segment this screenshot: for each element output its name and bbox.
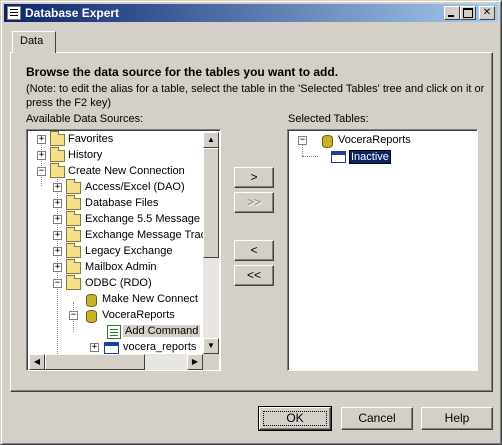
- tree-item-label: Legacy Exchange: [85, 245, 173, 257]
- tree-item-label: Create New Connection: [68, 165, 185, 177]
- new-connection-icon: [86, 294, 97, 307]
- tree-item-exchange-message-tracking[interactable]: + Exchange Message Trac: [27, 227, 207, 244]
- tree-item-label: Mailbox Admin: [85, 261, 157, 273]
- cancel-button[interactable]: Cancel: [341, 407, 413, 430]
- scroll-up-icon[interactable]: ▲: [203, 132, 219, 148]
- available-sources-tree[interactable]: + Favorites + History − Create New Conne…: [26, 129, 221, 371]
- tree-item-label: VoceraReports: [338, 134, 411, 146]
- tree-item-database-files[interactable]: + Database Files: [27, 195, 203, 212]
- tree-item-label: Database Files: [85, 197, 159, 209]
- folder-icon: [66, 211, 81, 226]
- folder-icon: [66, 227, 81, 242]
- folder-open-icon: [50, 163, 65, 178]
- tree-item-make-new-connection[interactable]: Make New Connect: [27, 292, 203, 308]
- title-bar[interactable]: Database Expert ✕: [4, 4, 498, 22]
- table-icon: [104, 342, 119, 354]
- expand-icon[interactable]: +: [53, 183, 62, 192]
- tree-item-history[interactable]: + History: [27, 147, 203, 164]
- expand-icon[interactable]: +: [37, 151, 46, 160]
- expand-icon[interactable]: +: [37, 135, 46, 144]
- expand-icon[interactable]: +: [90, 343, 99, 352]
- instructions-heading: Browse the data source for the tables yo…: [26, 65, 339, 79]
- tree-item-legacy-exchange[interactable]: + Legacy Exchange: [27, 243, 203, 260]
- selected-tables-tree[interactable]: − VoceraReports Inactive: [287, 129, 478, 371]
- window-icon: [7, 6, 21, 20]
- expand-icon[interactable]: +: [53, 215, 62, 224]
- tab-data-label: Data: [20, 35, 44, 47]
- remove-table-button[interactable]: <: [234, 240, 274, 261]
- tree-item-add-command[interactable]: Add Command: [27, 324, 203, 340]
- add-table-button[interactable]: >: [234, 167, 274, 188]
- tree-item-label: History: [68, 149, 103, 161]
- vertical-scrollbar[interactable]: ▲ ▼: [203, 132, 219, 354]
- horizontal-scrollbar[interactable]: ◀ ▶: [29, 354, 203, 370]
- folder-icon: [66, 179, 81, 194]
- tree-item-label: Favorites: [68, 133, 114, 145]
- alias-edit-field[interactable]: Inactive: [349, 150, 391, 164]
- tree-item-label: Exchange 5.5 Message: [85, 213, 200, 225]
- close-button[interactable]: ✕: [479, 6, 495, 20]
- tree-item-odbc-rdo[interactable]: − ODBC (RDO): [27, 275, 203, 292]
- collapse-icon[interactable]: −: [53, 279, 62, 288]
- selected-item-inactive[interactable]: Inactive: [288, 149, 473, 165]
- selected-tables-label: Selected Tables:: [288, 113, 369, 125]
- add-all-button[interactable]: >>: [234, 192, 274, 213]
- tree-item-mailbox-admin[interactable]: + Mailbox Admin: [27, 259, 203, 276]
- tree-item-favorites[interactable]: + Favorites: [27, 131, 203, 148]
- command-icon: [107, 325, 121, 339]
- tree-item-label: vocera_reports: [123, 341, 197, 353]
- tree-item-label: VoceraReports: [102, 309, 175, 321]
- help-button[interactable]: Help: [421, 407, 493, 430]
- ok-button[interactable]: OK: [258, 406, 332, 431]
- table-icon: [331, 151, 346, 163]
- folder-icon: [50, 147, 65, 162]
- database-icon: [86, 310, 97, 323]
- database-icon: [322, 135, 333, 148]
- tree-item-label: ODBC (RDO): [85, 277, 152, 289]
- collapse-icon[interactable]: −: [69, 311, 78, 320]
- available-sources-label: Available Data Sources:: [26, 113, 144, 125]
- tree-item-label: Access/Excel (DAO): [85, 181, 185, 193]
- expand-icon[interactable]: +: [53, 231, 62, 240]
- collapse-icon[interactable]: −: [37, 167, 46, 176]
- folder-icon: [50, 131, 65, 146]
- scroll-thumb[interactable]: [203, 148, 219, 258]
- maximize-button[interactable]: [460, 6, 476, 20]
- tree-item-label: Exchange Message Trac: [85, 229, 207, 241]
- tree-item-access-excel[interactable]: + Access/Excel (DAO): [27, 179, 203, 196]
- folder-icon: [66, 195, 81, 210]
- scroll-left-icon[interactable]: ◀: [29, 354, 45, 370]
- window-title: Database Expert: [25, 6, 120, 20]
- instructions-note: (Note: to edit the alias for a table, se…: [26, 83, 485, 109]
- collapse-icon[interactable]: −: [298, 136, 307, 145]
- database-expert-window: Database Expert ✕ Data Browse the data s…: [0, 0, 502, 445]
- scroll-down-icon[interactable]: ▼: [203, 338, 219, 354]
- minimize-button[interactable]: [444, 6, 460, 20]
- scroll-corner: [203, 354, 219, 370]
- remove-all-button[interactable]: <<: [234, 265, 274, 286]
- tree-item-create-new-connection[interactable]: − Create New Connection: [27, 163, 203, 180]
- tree-item-label: Make New Connect: [102, 293, 198, 305]
- tree-item-label: Add Command: [123, 325, 201, 337]
- tab-data[interactable]: Data: [12, 31, 56, 53]
- folder-icon: [66, 243, 81, 258]
- scroll-thumb[interactable]: [45, 354, 145, 370]
- tree-item-exchange-55[interactable]: + Exchange 5.5 Message: [27, 211, 203, 228]
- expand-icon[interactable]: +: [53, 263, 62, 272]
- expand-icon[interactable]: +: [53, 199, 62, 208]
- folder-open-icon: [66, 275, 81, 290]
- tree-item-voceraREPORTS[interactable]: − VoceraReports: [27, 308, 203, 324]
- scroll-right-icon[interactable]: ▶: [187, 354, 203, 370]
- folder-icon: [66, 259, 81, 274]
- expand-icon[interactable]: +: [53, 247, 62, 256]
- selected-item-voceraREPORTS[interactable]: − VoceraReports: [288, 133, 473, 149]
